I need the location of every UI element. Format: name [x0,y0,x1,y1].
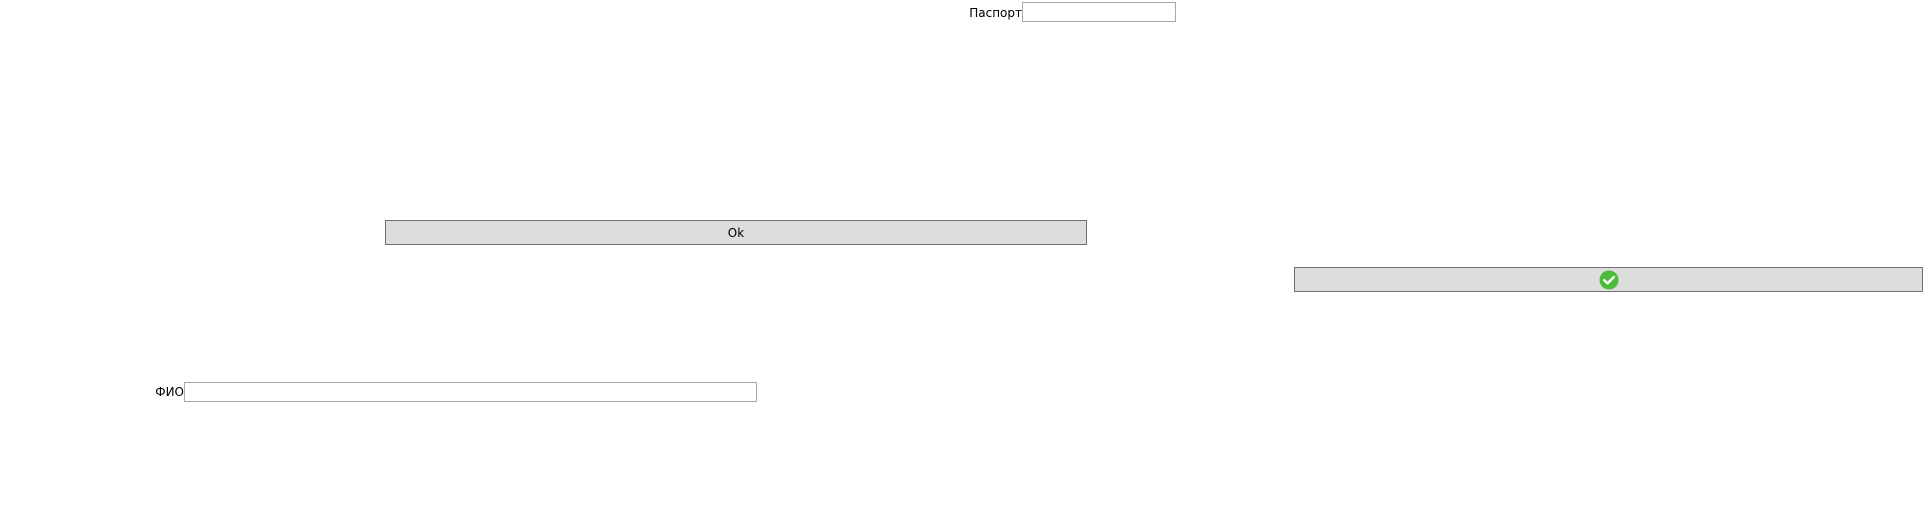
confirm-button[interactable] [1294,267,1923,292]
check-circle-icon [1599,270,1619,290]
passport-input[interactable] [1022,2,1176,22]
ok-button[interactable]: Ok [385,220,1087,245]
fio-input[interactable] [184,382,757,402]
passport-label: Паспорт [969,6,1022,20]
ok-button-label: Ok [727,225,745,240]
fio-label: ФИО [155,385,184,399]
form-window: Паспорт Ok ФИО [0,0,1923,511]
